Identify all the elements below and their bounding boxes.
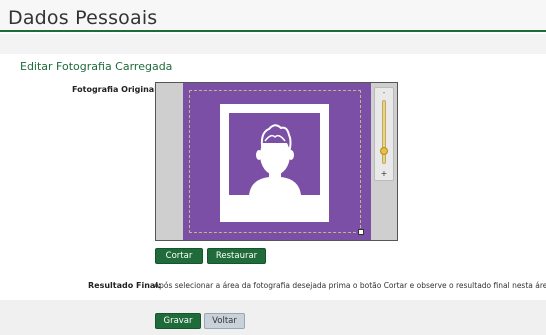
photo-canvas[interactable] — [183, 83, 371, 240]
restore-button[interactable]: Restaurar — [207, 248, 266, 264]
back-button[interactable]: Voltar — [204, 313, 245, 329]
photo-crop-editor[interactable]: - + — [155, 82, 398, 241]
zoom-control[interactable]: - + — [374, 87, 394, 181]
zoom-in-button[interactable]: + — [375, 169, 393, 178]
editor-left-margin — [156, 83, 183, 240]
zoom-slider-thumb[interactable] — [380, 147, 388, 156]
result-instructions: Após selecionar a área da fotografia des… — [154, 281, 546, 290]
zoom-out-button[interactable]: - — [375, 89, 393, 97]
result-label: Resultado Final: — [88, 281, 162, 290]
section-title: Editar Fotografia Carregada — [20, 60, 173, 73]
header-sub-band — [0, 34, 546, 54]
save-button[interactable]: Gravar — [155, 313, 201, 329]
resize-handle-icon[interactable] — [358, 229, 364, 235]
crop-selection-box[interactable] — [189, 90, 361, 233]
page-header: Dados Pessoais — [0, 0, 546, 32]
original-photo-label: Fotografia Original: — [72, 85, 161, 94]
crop-button[interactable]: Cortar — [155, 248, 203, 264]
page-title: Dados Pessoais — [8, 7, 158, 29]
form-actions-bar — [0, 300, 546, 335]
